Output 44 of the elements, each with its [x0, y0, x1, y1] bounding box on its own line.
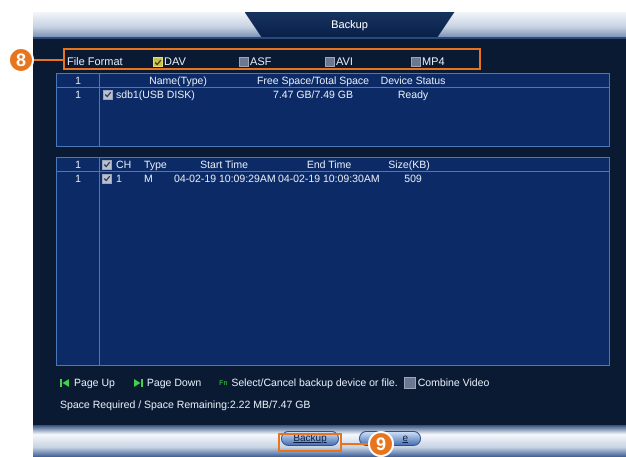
column-header: Start Time — [199, 158, 249, 170]
column-header: CH — [116, 158, 132, 170]
table-cell-text: 04-02-19 10:09:30AM — [277, 172, 381, 184]
table-cell-text: 1 — [74, 172, 82, 184]
column-header: Name(Type) — [148, 74, 208, 86]
column-header: 1 — [74, 158, 82, 170]
table-cell-text: Ready — [396, 88, 430, 100]
table-cell: 1 — [116, 172, 122, 184]
column-header: End Time — [306, 158, 352, 170]
table-cell: 04-02-19 10:09:29AM — [174, 172, 274, 184]
table-cell-text: 1 — [74, 88, 82, 100]
table-cell-text: 509 — [403, 172, 423, 184]
table-cell-text: 7.47 GB/7.49 GB — [272, 88, 354, 100]
skip-forward-icon — [132, 379, 143, 387]
column-header: Type — [144, 158, 168, 170]
format-checkbox[interactable]: ASF — [239, 56, 325, 68]
table-cell-text: M — [144, 172, 154, 184]
checkbox-icon[interactable] — [325, 57, 335, 67]
format-checkbox[interactable]: DAV — [153, 56, 239, 68]
leader-line — [342, 443, 369, 445]
skip-back-icon — [60, 379, 70, 387]
checkbox-icon[interactable] — [102, 174, 112, 184]
device-name[interactable]: sdb1(USB DISK) — [116, 88, 195, 100]
checkbox-icon[interactable] — [404, 377, 416, 389]
checkbox-icon[interactable] — [411, 57, 421, 67]
column-header: Free Space/Total Space — [256, 74, 370, 86]
file-format-label: File Format — [67, 56, 124, 68]
hint-text: Select/Cancel backup device or file. — [231, 377, 398, 389]
leader-line — [34, 59, 63, 61]
hint-text: Page Up — [74, 377, 115, 389]
hint-text: Page Down — [146, 377, 202, 389]
column-header: Size(KB) — [387, 158, 431, 170]
highlight-frame — [278, 433, 342, 452]
callout-badge: 8 — [8, 47, 34, 73]
checkbox-icon[interactable] — [103, 90, 113, 100]
column-header: 1 — [74, 74, 82, 86]
combine-video-checkbox[interactable]: Combine Video — [404, 377, 490, 389]
window-title: Backup — [244, 12, 454, 37]
format-checkbox[interactable]: AVI — [325, 56, 411, 68]
space-info: Space Required / Space Remaining:2.22 MB/7.47 GB — [60, 399, 312, 411]
checkbox-icon[interactable] — [239, 57, 249, 67]
column-header: Device Status — [380, 74, 446, 86]
select-all-checkbox[interactable] — [102, 160, 112, 170]
format-checkbox[interactable]: MP4 — [411, 56, 497, 68]
